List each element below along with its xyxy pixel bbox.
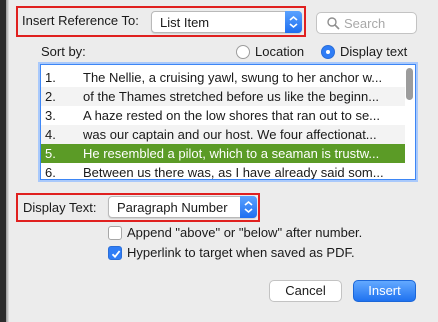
- insert-reference-popup[interactable]: List Item: [151, 11, 302, 33]
- list-item-number: 3.: [45, 108, 56, 123]
- list-scrollbar[interactable]: [406, 68, 413, 100]
- list-item-text: A haze rested on the low shores that ran…: [83, 108, 381, 123]
- sort-display-text-radio[interactable]: [321, 45, 335, 59]
- insert-reference-value: List Item: [160, 15, 210, 30]
- list-item-text: The Nellie, a cruising yawl, swung to he…: [83, 70, 383, 85]
- list-item[interactable]: 2. of the Thames stretched before us lik…: [41, 87, 405, 106]
- search-placeholder: Search: [344, 16, 386, 31]
- list-item-number: 2.: [45, 89, 56, 104]
- display-text-label: Display Text:: [23, 200, 97, 215]
- sort-location-label[interactable]: Location: [255, 44, 304, 59]
- hyperlink-pdf-checkbox[interactable]: [108, 246, 122, 260]
- hyperlink-pdf-label[interactable]: Hyperlink to target when saved as PDF.: [127, 245, 355, 260]
- search-field[interactable]: Search: [316, 12, 417, 34]
- window-edge-shadow: [6, 0, 9, 322]
- list-item-text: was our captain and our host. We four af…: [83, 127, 377, 142]
- list-item-text: of the Thames stretched before us like t…: [83, 89, 380, 104]
- search-icon: [327, 17, 340, 30]
- list-item[interactable]: 1. The Nellie, a cruising yawl, swung to…: [41, 68, 405, 87]
- sort-location-radio[interactable]: [236, 45, 250, 59]
- list-item-number: 4.: [45, 127, 56, 142]
- append-above-below-label[interactable]: Append "above" or "below" after number.: [127, 225, 362, 240]
- sort-by-label: Sort by:: [41, 44, 86, 59]
- checkmark-icon: [111, 250, 121, 259]
- list-item[interactable]: 3. A haze rested on the low shores that …: [41, 106, 405, 125]
- sort-display-text-label[interactable]: Display text: [340, 44, 407, 59]
- insert-reference-label: Insert Reference To:: [22, 13, 139, 28]
- list-item[interactable]: 6. Between us there was, as I have alrea…: [41, 163, 405, 180]
- popup-arrows-icon: [240, 196, 257, 218]
- list-item-number: 1.: [45, 70, 56, 85]
- display-text-value: Paragraph Number: [117, 200, 228, 215]
- popup-arrows-icon: [285, 11, 302, 33]
- append-above-below-checkbox[interactable]: [108, 226, 122, 240]
- list-item-text: Between us there was, as I have already …: [83, 165, 384, 180]
- insert-button[interactable]: Insert: [353, 280, 416, 302]
- display-text-popup[interactable]: Paragraph Number: [108, 196, 257, 218]
- list-item[interactable]: 4. was our captain and our host. We four…: [41, 125, 405, 144]
- list-item-number: 6.: [45, 165, 56, 180]
- list-item-text: He resembled a pilot, which to a seaman …: [83, 146, 380, 161]
- list-item-selected[interactable]: 5. He resembled a pilot, which to a seam…: [41, 144, 405, 163]
- reference-list[interactable]: 1. The Nellie, a cruising yawl, swung to…: [40, 64, 416, 180]
- cancel-button[interactable]: Cancel: [269, 280, 342, 302]
- list-item-number: 5.: [45, 146, 56, 161]
